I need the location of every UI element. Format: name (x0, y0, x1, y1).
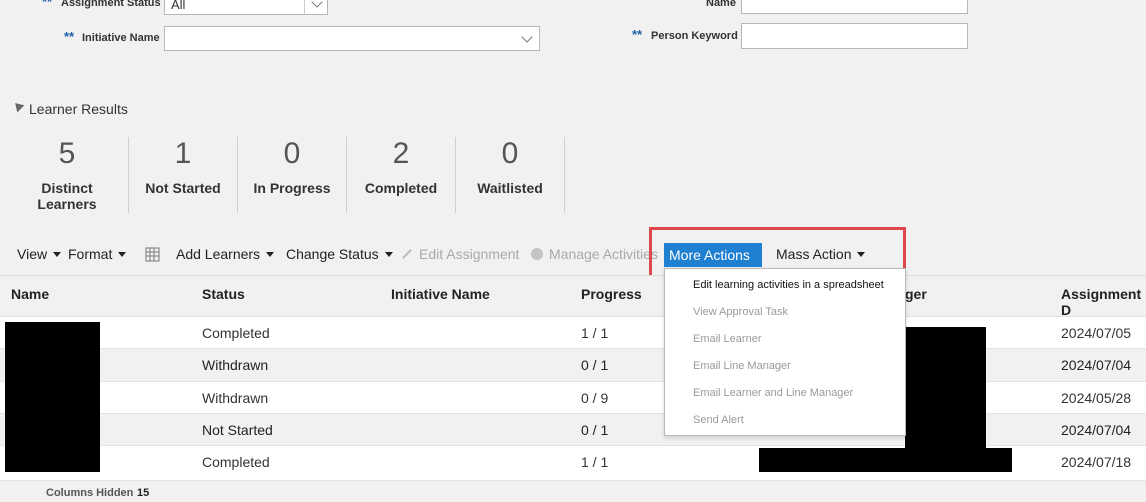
stat-not-started[interactable]: 1 Not Started (130, 137, 236, 213)
chevron-down-icon (311, 0, 323, 8)
caret-down-icon (384, 252, 393, 257)
view-menu[interactable]: View (17, 246, 62, 262)
stat-in-progress[interactable]: 0 In Progress (239, 137, 345, 213)
menu-item-email-learner-and-manager[interactable]: Email Learner and Line Manager (693, 387, 853, 399)
column-header-manager[interactable]: ger (905, 286, 927, 302)
column-header-assignment-date[interactable]: Assignment D (1061, 286, 1146, 318)
status-cell: Completed (202, 454, 270, 470)
stat-waitlisted[interactable]: 0 Waitlisted (457, 137, 563, 213)
columns-hidden-label: Columns Hidden (46, 487, 134, 499)
pencil-icon (402, 249, 412, 259)
divider (455, 137, 456, 213)
stat-label: Not Started (145, 180, 221, 196)
stat-value: 0 (501, 137, 519, 170)
status-cell: Completed (202, 325, 270, 341)
date-cell: 2024/07/04 (1061, 357, 1132, 373)
column-header-initiative[interactable]: Initiative Name (391, 286, 490, 302)
menu-item-view-approval-task[interactable]: View Approval Task (693, 306, 788, 318)
change-status-label: Change Status (286, 246, 379, 262)
caret-down-icon (266, 252, 275, 257)
stat-label: In Progress (253, 180, 331, 196)
stat-distinct-learners[interactable]: 5 Distinct Learners (12, 137, 122, 213)
stat-value: 2 (392, 137, 410, 170)
date-cell: 2024/07/04 (1061, 422, 1132, 438)
progress-cell: 0 / 1 (581, 422, 609, 438)
column-header-status[interactable]: Status (202, 286, 245, 302)
divider (128, 137, 129, 213)
progress-cell: 0 / 1 (581, 357, 609, 373)
freeze-columns-icon[interactable] (145, 247, 160, 267)
caret-down-icon (857, 252, 866, 257)
table-header (0, 275, 1146, 316)
person-keyword-label: Person Keyword (651, 30, 738, 42)
more-actions-button[interactable]: More Actions (664, 243, 762, 282)
required-marker: ** (42, 0, 53, 9)
divider (564, 137, 565, 213)
edit-assignment-label: Edit Assignment (419, 246, 520, 262)
add-learners-label: Add Learners (176, 246, 261, 262)
columns-hidden-count[interactable]: 15 (137, 487, 149, 499)
menu-item-edit-spreadsheet[interactable]: Edit learning activities in a spreadshee… (693, 279, 884, 291)
view-label: View (17, 246, 48, 262)
redacted-names (5, 322, 100, 472)
mass-action-label: Mass Action (776, 246, 852, 262)
name-label: Name (706, 0, 736, 9)
stat-label: Completed (364, 180, 438, 196)
required-marker: ** (632, 27, 643, 42)
status-cell: Withdrawn (202, 390, 269, 406)
column-header-progress[interactable]: Progress (581, 286, 642, 302)
date-cell: 2024/07/05 (1061, 325, 1132, 341)
edit-assignment-button[interactable]: Edit Assignment (401, 246, 519, 262)
redacted-manager-row (759, 448, 1012, 472)
caret-down-icon (118, 252, 127, 257)
status-cell: Withdrawn (202, 357, 269, 373)
format-label: Format (68, 246, 113, 262)
stat-value: 5 (58, 137, 76, 170)
section-title: Learner Results (29, 101, 128, 117)
person-keyword-input[interactable] (741, 23, 968, 49)
assignment-status-value: All (171, 0, 186, 12)
divider (346, 137, 347, 213)
stat-label: Distinct Learners (37, 180, 97, 212)
more-actions-menu: Edit learning activities in a spreadshee… (664, 268, 906, 436)
change-status-menu[interactable]: Change Status (286, 246, 393, 262)
manage-activities-button[interactable]: Manage Activities (531, 246, 658, 262)
format-menu[interactable]: Format (68, 246, 127, 262)
column-header-name[interactable]: Name (11, 286, 49, 302)
progress-cell: 1 / 1 (581, 454, 609, 470)
assignment-status-select[interactable]: All (164, 0, 328, 15)
stat-label: Waitlisted (477, 180, 543, 196)
date-cell: 2024/05/28 (1061, 390, 1132, 406)
caret-down-icon (53, 252, 62, 257)
progress-cell: 1 / 1 (581, 325, 609, 341)
chevron-down-icon (521, 31, 533, 43)
name-input[interactable] (741, 0, 968, 14)
initiative-name-label: Initiative Name (82, 32, 160, 44)
add-learners-menu[interactable]: Add Learners (176, 246, 275, 262)
check-circle-icon (531, 248, 543, 260)
menu-item-email-learner[interactable]: Email Learner (693, 333, 761, 345)
menu-item-email-line-manager[interactable]: Email Line Manager (693, 360, 791, 372)
stat-value: 0 (283, 137, 301, 170)
initiative-name-select[interactable] (164, 26, 540, 51)
status-cell: Not Started (202, 422, 273, 438)
manage-activities-label: Manage Activities (549, 246, 658, 262)
required-marker: ** (64, 29, 75, 44)
stat-value: 1 (174, 137, 192, 170)
assignment-status-label: Assignment Status (61, 0, 161, 9)
divider (237, 137, 238, 213)
stat-completed[interactable]: 2 Completed (348, 137, 454, 213)
mass-action-menu[interactable]: Mass Action (776, 246, 866, 262)
collapse-triangle-icon[interactable] (11, 99, 25, 113)
progress-cell: 0 / 9 (581, 390, 609, 406)
more-actions-label: More Actions (669, 247, 750, 263)
menu-item-send-alert[interactable]: Send Alert (693, 414, 744, 426)
redacted-managers (905, 327, 986, 450)
date-cell: 2024/07/18 (1061, 454, 1132, 470)
